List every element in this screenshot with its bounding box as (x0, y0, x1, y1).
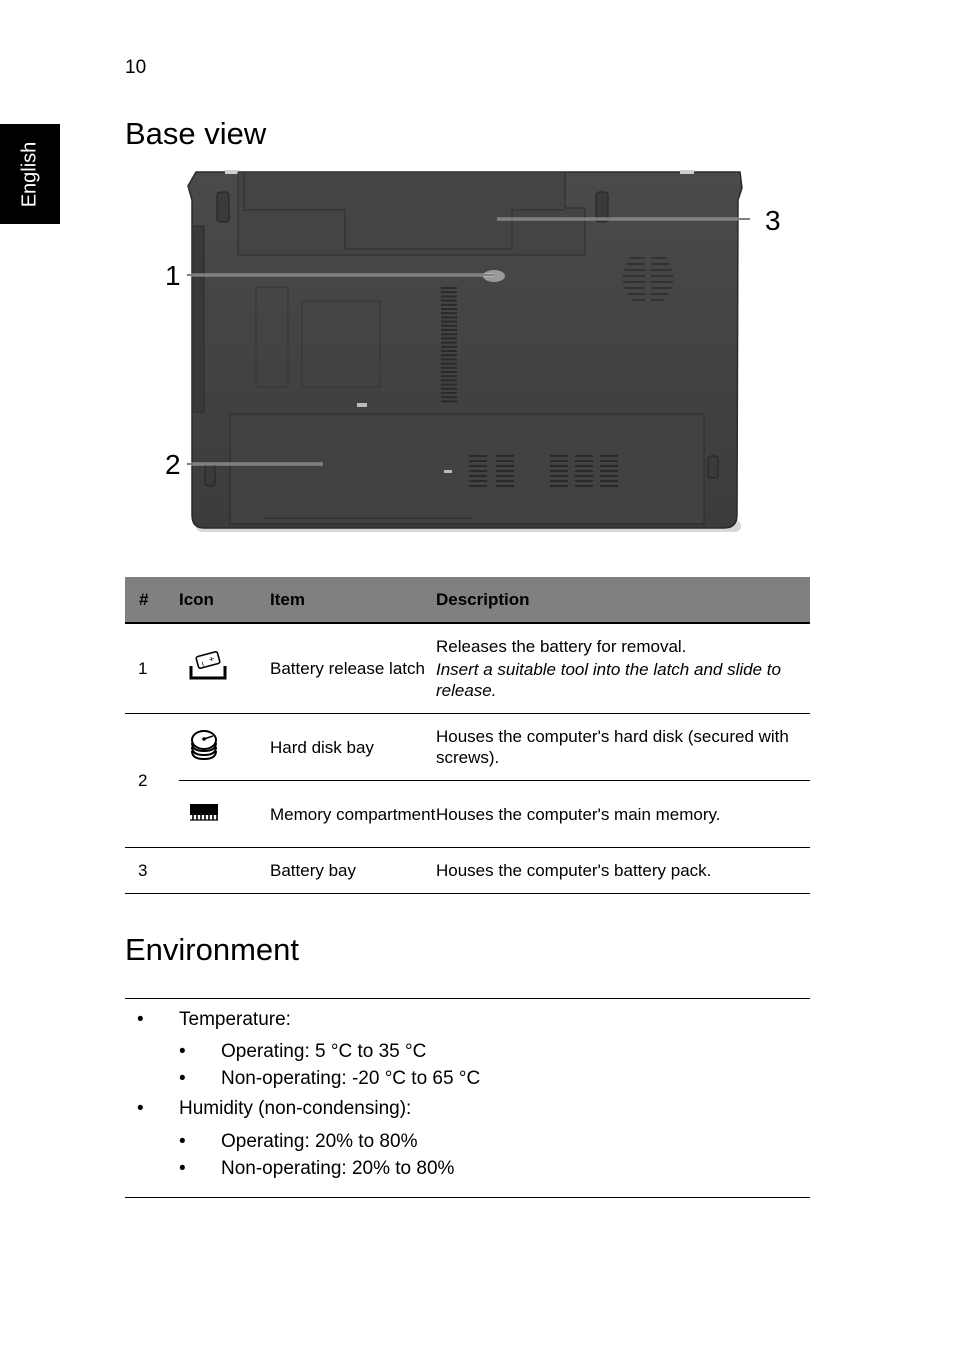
svg-text:I: I (201, 661, 205, 668)
callout-3: 3 (765, 205, 781, 236)
header-item: Item (270, 577, 436, 624)
env-subitem: Non-operating: 20% to 80% (221, 1158, 455, 1179)
section-title-base-view: Base view (125, 116, 267, 151)
header-icon: Icon (179, 577, 270, 624)
table-row: 3 Battery bay Houses the computer's batt… (125, 847, 810, 894)
callout-1: 1 (165, 260, 181, 291)
rubber-foot (216, 191, 230, 223)
screw (357, 403, 367, 407)
row-description: Houses the computer's hard disk (secured… (436, 713, 810, 781)
battery-release-icon: I + (189, 651, 227, 686)
row-num: 1 (125, 623, 179, 714)
table-row: 2 Hard disk bay Houses the computer's ha… (125, 713, 810, 848)
bullet: • (179, 1041, 186, 1062)
language-tab: English (0, 124, 60, 224)
row-description: Houses the computer's main memory. (436, 780, 810, 848)
bullet: • (137, 1009, 144, 1030)
row-description: Houses the computer's battery pack. (436, 847, 810, 894)
row-item: Hard disk bay (270, 713, 436, 781)
row-num: 2 (125, 713, 179, 848)
environment-list: • Temperature: • Operating: 5 °C to 35 °… (125, 998, 810, 1198)
row-num-text: 2 (138, 771, 148, 790)
hinge-left (225, 170, 239, 174)
laptop-base-figure: 1 2 3 (160, 160, 800, 550)
row-item: Battery release latch (270, 623, 436, 714)
env-subitem: Non-operating: -20 °C to 65 °C (221, 1068, 481, 1089)
hard-disk-icon (189, 729, 219, 766)
bullet: • (179, 1068, 186, 1089)
laptop-base-illustration: 1 2 3 (165, 170, 781, 532)
hdd-memory-door (229, 413, 705, 525)
memory-icon (189, 802, 219, 827)
page-number: 10 (125, 57, 147, 78)
row-icon-empty (179, 847, 270, 894)
table-header-row: # Icon Item Description (125, 577, 810, 624)
bullet: • (137, 1098, 144, 1119)
optical-drive (191, 225, 205, 413)
env-item-temperature: Temperature: (179, 1009, 291, 1030)
row-description: Releases the battery for removal. (436, 637, 687, 656)
row-item: Battery bay (270, 847, 436, 894)
row-item: Memory compartment (270, 780, 436, 848)
env-subitem: Operating: 20% to 80% (221, 1131, 418, 1152)
screw (444, 470, 452, 473)
rubber-foot (204, 463, 216, 487)
table-row: Memory compartment Houses the computer's… (125, 780, 810, 848)
base-view-table: # Icon Item Description 1 I + Battery re… (125, 577, 810, 894)
rubber-foot (595, 191, 609, 223)
row-note: Insert a suitable tool into the latch an… (436, 660, 781, 700)
language-tab-label: English (18, 141, 41, 207)
header-description: Description (436, 577, 810, 624)
section-title-environment: Environment (125, 932, 300, 967)
bullet: • (179, 1131, 186, 1152)
battery-pack (237, 171, 586, 256)
rubber-foot (707, 455, 719, 479)
hinge-right (680, 170, 694, 174)
header-num: # (125, 577, 179, 624)
row-num: 3 (125, 847, 179, 894)
bullet: • (179, 1158, 186, 1179)
svg-text:+: + (208, 654, 216, 665)
env-subitem: Operating: 5 °C to 35 °C (221, 1041, 427, 1062)
env-item-humidity: Humidity (non-condensing): (179, 1098, 412, 1119)
table-row: 1 I + Battery release latch Releases the… (125, 623, 810, 714)
callout-2: 2 (165, 449, 181, 480)
